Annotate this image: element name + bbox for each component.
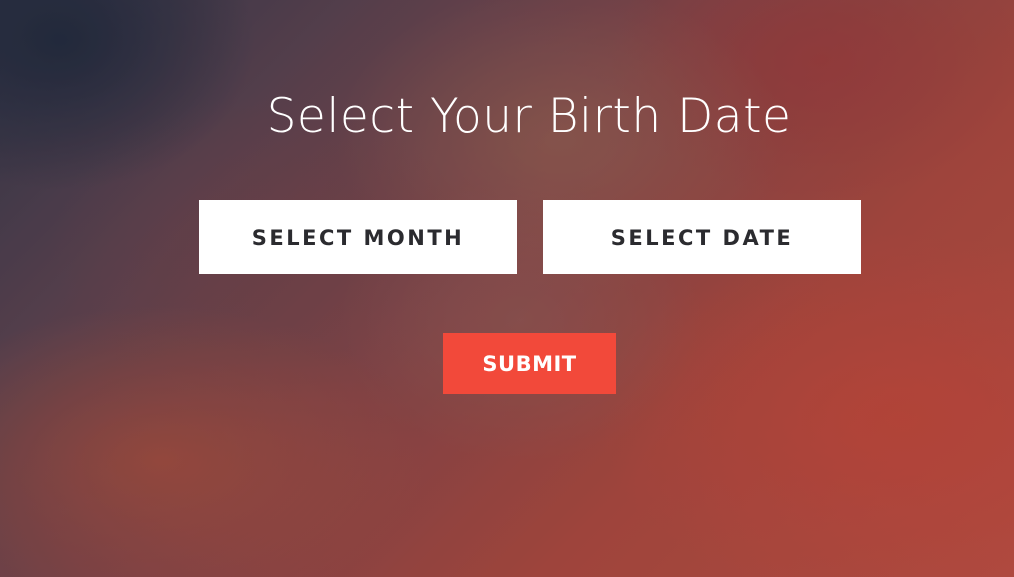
submit-button[interactable]: SUBMIT	[443, 333, 616, 394]
date-select[interactable]: SELECT DATE	[543, 200, 861, 274]
month-select[interactable]: SELECT MONTH	[199, 200, 517, 274]
page-title: Select Your Birth Date	[266, 89, 792, 144]
